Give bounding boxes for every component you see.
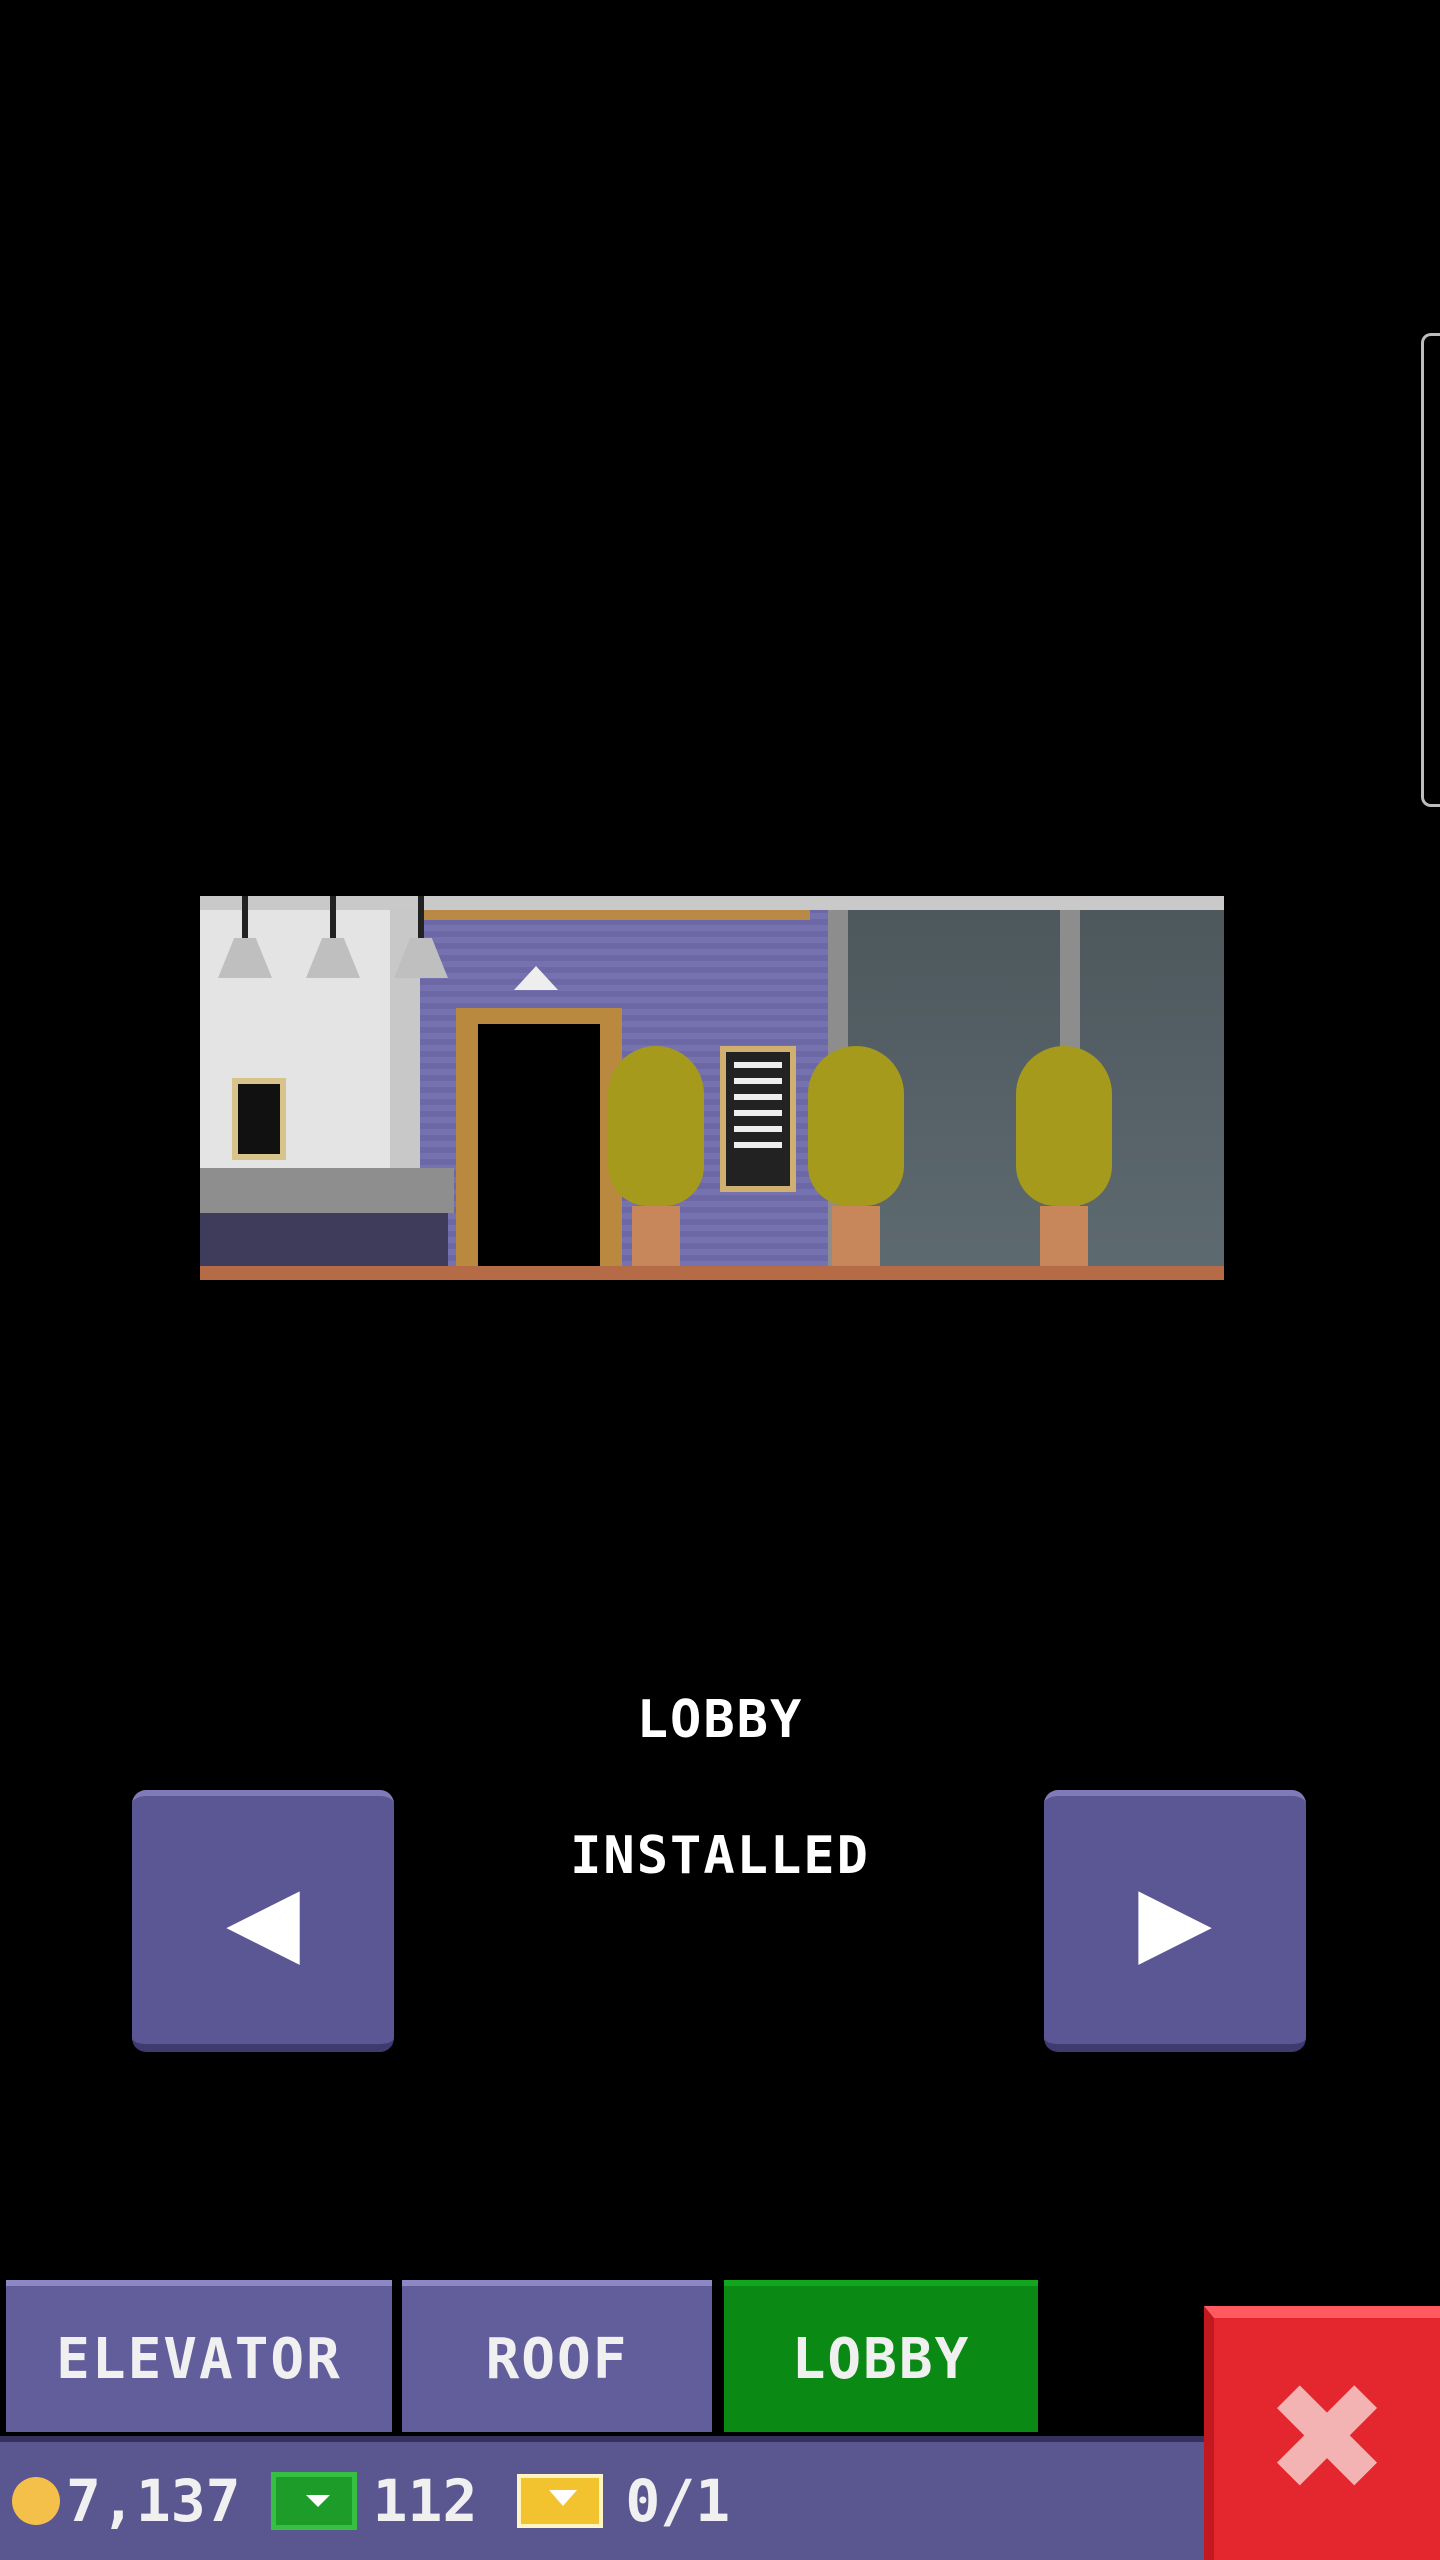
lamp-cord	[418, 896, 424, 938]
install-status: INSTALLED	[570, 1826, 870, 1886]
arrow-right-icon: ▶	[1138, 1864, 1212, 1976]
potted-plant-icon	[1016, 1046, 1112, 1268]
bux-icon	[270, 2472, 357, 2530]
tab-elevator[interactable]: ELEVATOR	[6, 2280, 392, 2432]
coin-icon	[12, 2477, 60, 2525]
next-button[interactable]: ▶	[1044, 1790, 1306, 2052]
previous-button[interactable]: ◀	[132, 1790, 394, 2052]
ceiling	[200, 896, 1224, 910]
lobby-preview-image	[200, 896, 1224, 1280]
building-directory-icon	[720, 1046, 796, 1192]
close-icon: ✖	[1264, 2352, 1390, 2526]
floor	[200, 1266, 1224, 1280]
ticket-icon	[517, 2474, 604, 2528]
ticket-count: 0/1	[625, 2467, 731, 2535]
lamp-cord	[242, 896, 248, 938]
potted-plant-icon	[808, 1046, 904, 1268]
counter-base	[200, 1213, 448, 1266]
potted-plant-icon	[608, 1046, 704, 1268]
close-button[interactable]: ✖	[1204, 2306, 1440, 2560]
tab-roof[interactable]: ROOF	[402, 2280, 712, 2432]
side-drawer-handle[interactable]	[1421, 333, 1440, 807]
computer-monitor-icon	[232, 1078, 286, 1160]
reception-counter	[200, 1168, 454, 1213]
item-title: LOBBY	[636, 1690, 804, 1750]
arrow-left-icon: ◀	[226, 1864, 300, 1976]
currency-bar: 7,137 112 0/1	[0, 2436, 1204, 2560]
coin-count: 7,137	[66, 2467, 241, 2535]
lamp-cord	[330, 896, 336, 938]
bux-count: 112	[372, 2467, 478, 2535]
tab-lobby[interactable]: LOBBY	[724, 2280, 1038, 2432]
elevator-door	[456, 1008, 622, 1266]
wall-trim	[420, 910, 810, 920]
